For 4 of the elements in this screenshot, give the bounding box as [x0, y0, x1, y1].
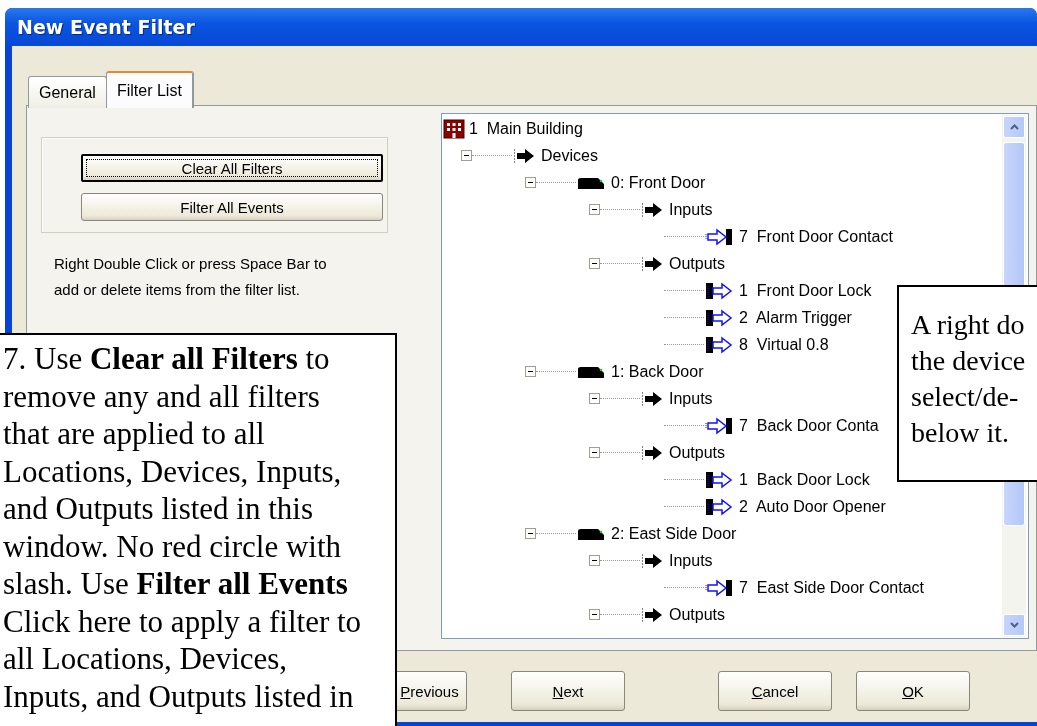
callout-text: 7. Use Clear all Filters to remove any and all filters that are applied to all Locations, Devices, Inputs, and Outputs listed in this window. No red circle with slash. Use Filter all Events Click here to apply a filter to all Locations, Devices, Inputs, and Outputs listed in: [3, 340, 363, 715]
window-title: New Event Filter: [17, 16, 195, 38]
callout-text: A right do the device select/de- below it.: [911, 308, 1027, 450]
help-text: Right Double Click or press Space Bar to add or delete items from the filter list.: [54, 254, 328, 300]
